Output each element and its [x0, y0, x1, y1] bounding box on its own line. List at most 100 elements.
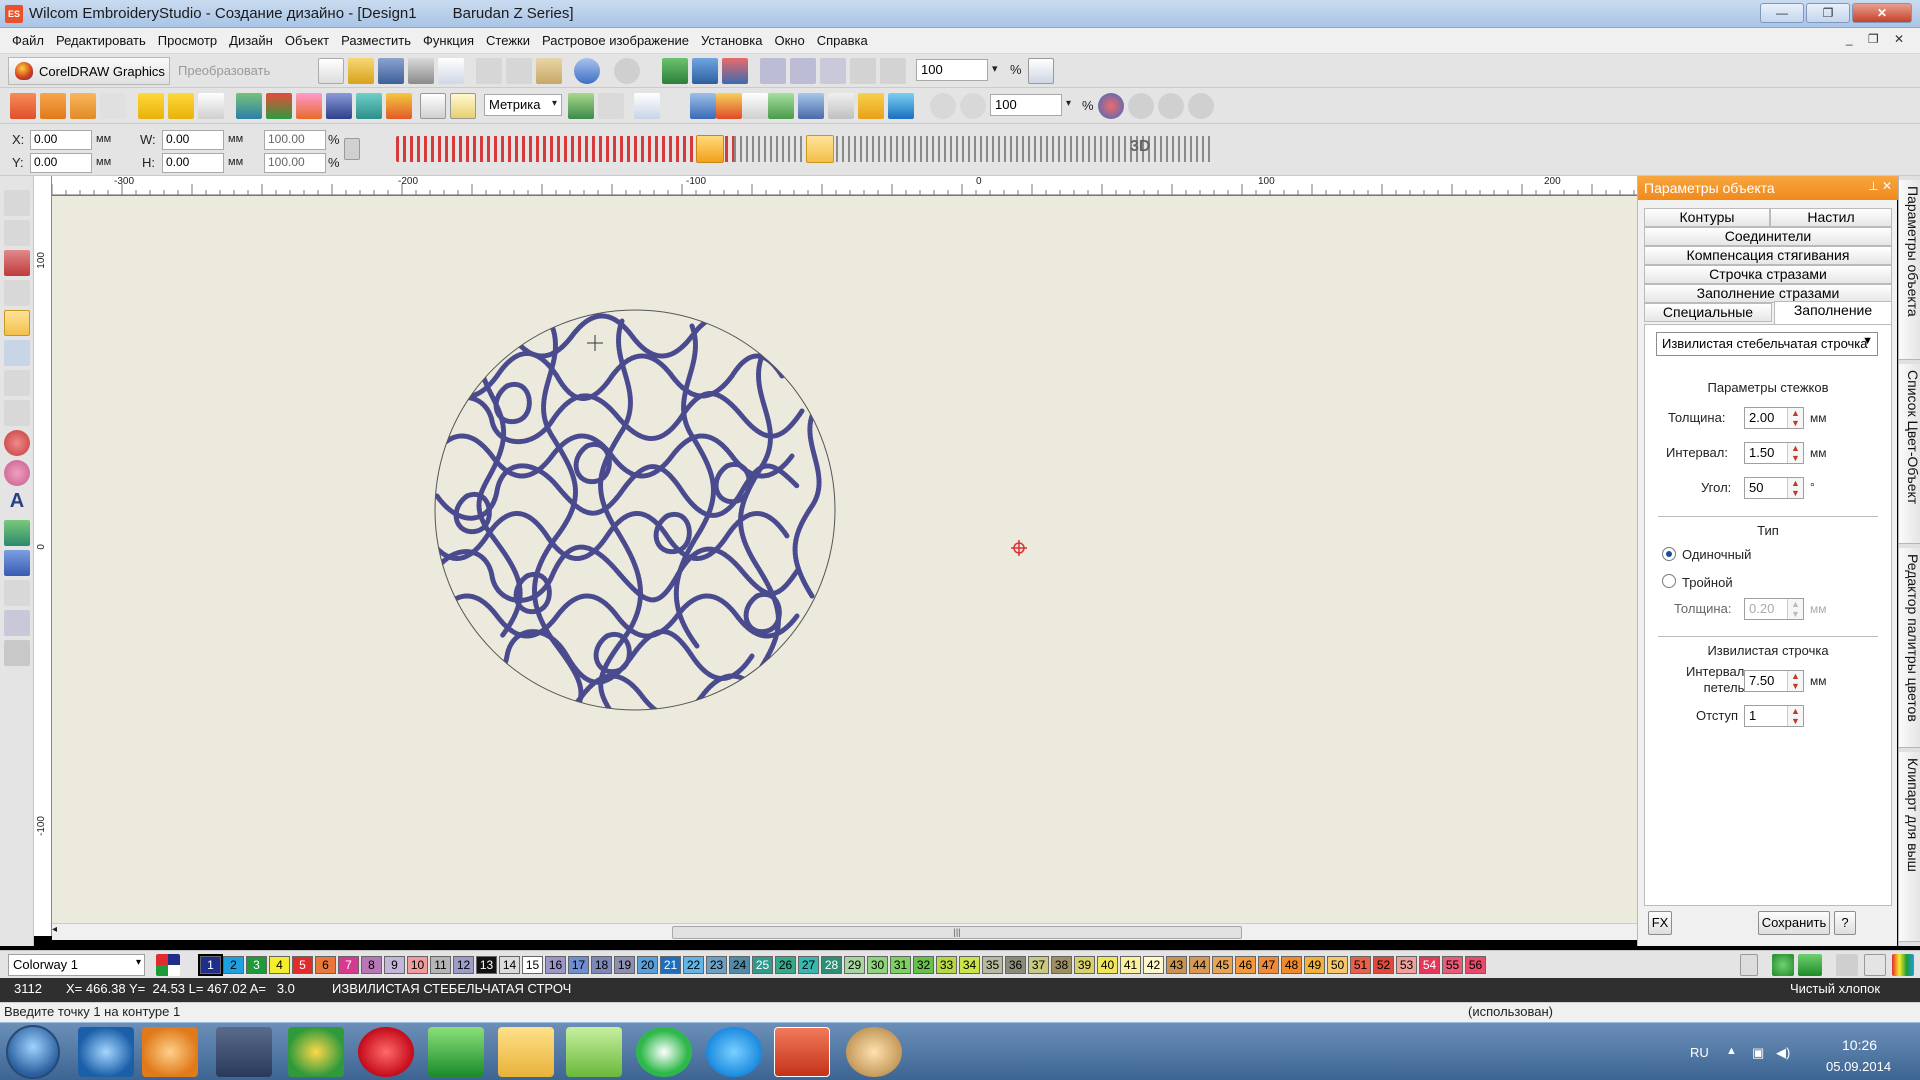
cut-icon[interactable]	[476, 58, 502, 84]
slash-icon[interactable]	[1864, 954, 1886, 976]
design-list-icon[interactable]	[690, 93, 716, 119]
scale-height-field[interactable]: 100.00	[264, 153, 326, 173]
3d-icon[interactable]: 3D	[1130, 138, 1150, 156]
color-picker-icon[interactable]	[156, 954, 180, 976]
measure-tool-icon[interactable]	[568, 93, 594, 119]
color-swatch[interactable]: 5	[292, 956, 313, 974]
view-tool-1-icon[interactable]	[760, 58, 786, 84]
x-field[interactable]: 0.00	[30, 130, 92, 150]
dots-icon[interactable]	[768, 93, 794, 119]
color-swatch[interactable]: 22	[683, 956, 704, 974]
spinner-arrows-icon[interactable]: ▲ ▼	[1787, 408, 1803, 428]
stitch-list-icon[interactable]	[742, 93, 768, 119]
menu-stitches[interactable]: Стежки	[480, 33, 536, 48]
scale-width-field[interactable]: 100.00	[264, 130, 326, 150]
fill-type-select[interactable]: Извилистая стебельчатая строчка ▼	[1656, 332, 1878, 356]
color-swatch[interactable]: 13	[476, 956, 497, 974]
media-player-icon[interactable]	[142, 1027, 198, 1077]
outline-icon[interactable]	[4, 580, 30, 606]
color-swatch[interactable]: 33	[936, 956, 957, 974]
view-tool-3-icon[interactable]	[820, 58, 846, 84]
digitize-tool-5-icon[interactable]	[138, 93, 164, 119]
convert-button[interactable]: Преобразовать	[178, 63, 270, 78]
palette-icon[interactable]	[716, 93, 742, 119]
ring-icon[interactable]	[4, 460, 30, 486]
triple-thickness-spinner[interactable]: 0.20 ▲ ▼	[1744, 598, 1804, 620]
explorer-folder-icon[interactable]	[498, 1027, 554, 1077]
restore-button[interactable]: ❐	[1806, 3, 1850, 23]
color-swatch[interactable]: 55	[1442, 956, 1463, 974]
knight-tool-icon[interactable]	[326, 93, 352, 119]
colorway-select[interactable]: Colorway 1 ▾	[8, 954, 145, 976]
units-dropdown-icon[interactable]: ▾	[552, 98, 557, 109]
color-swatch[interactable]: 25	[752, 956, 773, 974]
monogram-icon[interactable]	[4, 520, 30, 546]
zoom-dropdown-2-icon[interactable]: ▾	[1066, 98, 1071, 109]
width-field[interactable]: 0.00	[162, 130, 224, 150]
tray-volume-icon[interactable]: ◀)	[1776, 1045, 1790, 1061]
info-icon[interactable]	[888, 93, 914, 119]
show-fabric-icon[interactable]	[722, 58, 748, 84]
skype-icon[interactable]	[706, 1027, 762, 1077]
tab-underlay[interactable]: Настил	[1770, 208, 1892, 227]
paint-icon[interactable]	[846, 1027, 902, 1077]
color-swatch[interactable]: 51	[1350, 956, 1371, 974]
single-radio[interactable]	[1662, 547, 1676, 561]
tray-expand-icon[interactable]: ▲	[1726, 1045, 1737, 1057]
offset-spinner[interactable]: 1 ▲ ▼	[1744, 705, 1804, 727]
color-swatch[interactable]: 31	[890, 956, 911, 974]
tray-network-icon[interactable]: ▣	[1752, 1045, 1764, 1061]
closed-object-icon[interactable]	[4, 400, 30, 426]
zoom-prev-icon[interactable]	[1188, 93, 1214, 119]
zoom-100-icon[interactable]	[960, 93, 986, 119]
color-swatch[interactable]: 8	[361, 956, 382, 974]
color-swatch[interactable]: 16	[545, 956, 566, 974]
menu-file[interactable]: Файл	[6, 33, 50, 48]
interval-spinner[interactable]: 1.50 ▲ ▼	[1744, 442, 1804, 464]
color-swatch[interactable]: 50	[1327, 956, 1348, 974]
zoom-dropdown-1-icon[interactable]: ▾	[992, 62, 998, 75]
lettering-icon[interactable]: A	[4, 490, 30, 516]
zoom-field-1[interactable]: 100	[916, 59, 988, 81]
color-swatch[interactable]: 20	[637, 956, 658, 974]
menu-settings[interactable]: Установка	[695, 33, 768, 48]
tab-special[interactable]: Специальные	[1644, 303, 1772, 322]
color-swatch[interactable]: 35	[982, 956, 1003, 974]
text-app-icon[interactable]	[428, 1027, 484, 1077]
shapes-tool-icon[interactable]	[266, 93, 292, 119]
tab-pull-compensation[interactable]: Компенсация стягивания	[1644, 246, 1892, 265]
color-swatch[interactable]: 43	[1166, 956, 1187, 974]
scroll-left-icon[interactable]: ◂	[52, 924, 57, 935]
color-swatch[interactable]: 46	[1235, 956, 1256, 974]
menu-bitmap[interactable]: Растровое изображение	[536, 33, 695, 48]
color-swatch[interactable]: 14	[499, 956, 520, 974]
angle-spinner[interactable]: 50 ▲ ▼	[1744, 477, 1804, 499]
color-swatch[interactable]: 19	[614, 956, 635, 974]
reshape-icon[interactable]	[4, 220, 30, 246]
ball-app-icon[interactable]	[288, 1027, 344, 1077]
spinner-arrows-icon[interactable]: ▲ ▼	[1787, 478, 1803, 498]
mail-agent-icon[interactable]	[636, 1027, 692, 1077]
color-swatch[interactable]: 3	[246, 956, 267, 974]
zoom-box-icon[interactable]	[1098, 93, 1124, 119]
active-digitize-icon[interactable]	[4, 310, 30, 336]
digitize-tool-6-icon[interactable]	[168, 93, 194, 119]
zoom-options-icon[interactable]	[1028, 58, 1054, 84]
spinner-arrows-icon[interactable]: ▲ ▼	[1787, 706, 1803, 726]
color-swatch[interactable]: 32	[913, 956, 934, 974]
horizontal-scrollbar[interactable]: ◂ |||	[52, 923, 1637, 940]
menu-edit[interactable]: Редактировать	[50, 33, 152, 48]
color-swatch[interactable]: 52	[1373, 956, 1394, 974]
film-app-icon[interactable]	[216, 1027, 272, 1077]
menu-help[interactable]: Справка	[811, 33, 874, 48]
active-effect-icon[interactable]	[806, 135, 834, 163]
add-color-icon[interactable]	[1772, 954, 1794, 976]
film-strip-icon[interactable]	[798, 93, 824, 119]
spinner-arrows-icon[interactable]: ▲ ▼	[1787, 443, 1803, 463]
color-swatch[interactable]: 53	[1396, 956, 1417, 974]
scroll-thumb[interactable]: |||	[672, 926, 1242, 939]
copy-icon[interactable]	[506, 58, 532, 84]
zoom-fit-icon[interactable]	[1158, 93, 1184, 119]
tab-object-properties[interactable]: Параметры объекта	[1899, 180, 1920, 360]
hexagon-tool-icon[interactable]	[356, 93, 382, 119]
